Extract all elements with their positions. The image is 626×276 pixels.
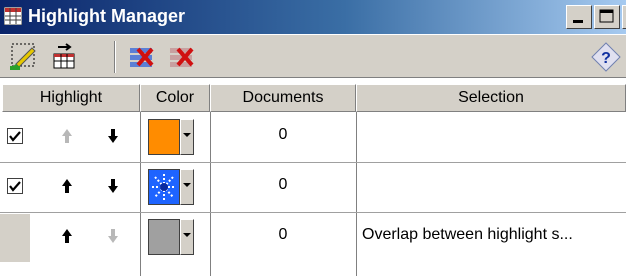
column-header-selection[interactable]: Selection bbox=[356, 84, 626, 112]
table-arrow-icon bbox=[53, 43, 75, 69]
color-dropdown-button[interactable] bbox=[180, 219, 194, 255]
dropdown-arrow-icon bbox=[183, 233, 191, 237]
new-highlight-button[interactable] bbox=[6, 40, 42, 74]
color-swatch[interactable] bbox=[148, 219, 180, 255]
highlighter-icon bbox=[10, 43, 36, 70]
selection-text: Overlap between highlight s... bbox=[362, 226, 573, 243]
close-button[interactable] bbox=[622, 5, 626, 29]
checkmark-icon bbox=[9, 181, 21, 192]
documents-count: 0 bbox=[278, 226, 288, 243]
color-dropdown-button[interactable] bbox=[180, 119, 194, 155]
move-down-arrow-icon[interactable] bbox=[106, 225, 120, 247]
move-up-arrow-icon[interactable] bbox=[60, 225, 74, 247]
row-checkbox-disabled-cell bbox=[0, 214, 30, 262]
dropdown-arrow-icon bbox=[183, 183, 191, 187]
delete-highlight-button[interactable] bbox=[124, 40, 160, 74]
move-down-arrow-icon[interactable] bbox=[106, 175, 120, 197]
toolbar-separator bbox=[114, 41, 116, 73]
delete-list-icon bbox=[130, 47, 154, 67]
row-visible-checkbox[interactable] bbox=[7, 128, 23, 144]
window-title: Highlight Manager bbox=[28, 6, 185, 26]
clear-list-icon bbox=[170, 47, 194, 67]
documents-count: 0 bbox=[278, 126, 288, 143]
pattern-burst-icon bbox=[152, 174, 176, 200]
row-divider bbox=[0, 162, 626, 163]
minimize-button[interactable] bbox=[566, 5, 592, 29]
move-up-arrow-icon[interactable] bbox=[60, 125, 74, 147]
move-up-arrow-icon[interactable] bbox=[60, 175, 74, 197]
row-divider bbox=[0, 212, 626, 213]
color-swatch[interactable] bbox=[148, 169, 180, 205]
toolbar: ? bbox=[0, 34, 626, 78]
row-visible-checkbox[interactable] bbox=[7, 178, 23, 194]
table-row[interactable]: 0 bbox=[0, 164, 626, 212]
color-dropdown-button[interactable] bbox=[180, 169, 194, 205]
checkmark-icon bbox=[9, 131, 21, 142]
help-icon: ? bbox=[591, 42, 621, 72]
column-header-highlight[interactable]: Highlight bbox=[2, 84, 140, 112]
help-button[interactable]: ? bbox=[588, 39, 624, 75]
dropdown-arrow-icon bbox=[183, 133, 191, 137]
table-row[interactable]: 0 bbox=[0, 114, 626, 162]
highlight-table: Highlight Color Documents Selection 0 0 … bbox=[0, 78, 626, 276]
color-swatch[interactable] bbox=[148, 119, 180, 155]
column-header-color[interactable]: Color bbox=[140, 84, 210, 112]
maximize-button[interactable] bbox=[594, 5, 620, 29]
svg-text:?: ? bbox=[601, 50, 611, 67]
move-down-arrow-icon[interactable] bbox=[106, 125, 120, 147]
title-bar: Highlight Manager bbox=[0, 0, 626, 34]
column-header-documents[interactable]: Documents bbox=[210, 84, 356, 112]
grid-app-icon bbox=[4, 7, 22, 25]
clear-highlights-button[interactable] bbox=[164, 40, 200, 74]
insert-row-button[interactable] bbox=[46, 40, 82, 74]
documents-count: 0 bbox=[278, 176, 288, 193]
table-row[interactable]: 0 Overlap between highlight s... bbox=[0, 214, 626, 262]
